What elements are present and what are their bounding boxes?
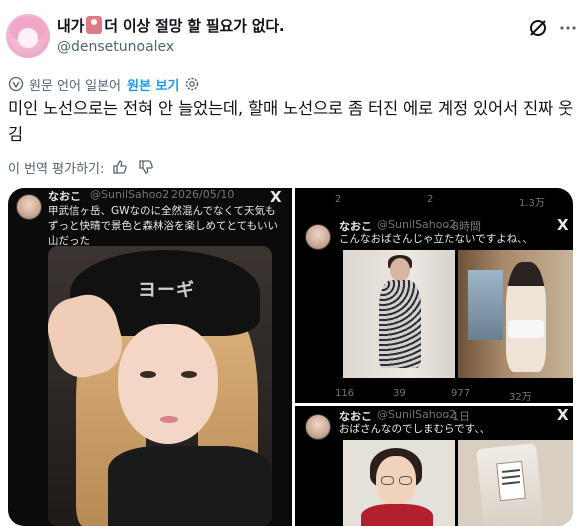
embedded-date: · 2026/05/10 <box>164 188 235 201</box>
media-screenshot-right-top[interactable]: 2 2 1.3万 なおこ @SunilSahoo2 · 8時間 X こんなおばさ… <box>295 188 573 403</box>
thumbs-up-icon[interactable] <box>112 159 128 175</box>
emoji-icon <box>86 16 103 34</box>
selfie-photo: ヨーギ <box>48 246 272 526</box>
embedded-avatar <box>305 224 331 250</box>
embedded-top-stats: 2 2 1.3万 <box>335 194 545 209</box>
gear-icon[interactable] <box>184 76 200 92</box>
embedded-avatar <box>305 414 331 440</box>
avatar-face <box>18 28 38 48</box>
display-name[interactable]: 내가 더 이상 절망 할 필요가 없다. <box>57 15 285 36</box>
embedded-text: おばさんなのでしまむらです、、 <box>339 423 491 435</box>
more-icon[interactable] <box>558 20 578 36</box>
embedded-text: 甲武信ヶ岳、GWなのに全然混んでなくて天気もずっと快晴で景色と森林浴を楽しめてと… <box>48 205 278 247</box>
photo-dress <box>343 250 455 378</box>
media-screenshot-right-bottom[interactable]: なおこ @SunilSahoo2 · 1日 X おばさんなのでしまむらです、、 <box>295 406 573 526</box>
display-name-part2: 더 이상 절망 할 필요가 없다. <box>104 17 285 35</box>
photo-room <box>458 250 573 378</box>
rate-translation-label: 이 번역 평가하기: <box>8 161 105 177</box>
top-reply-count: 2 <box>335 194 342 205</box>
embedded-handle: @SunilSahoo2 <box>90 188 170 201</box>
view-count: 32万 <box>509 392 532 403</box>
top-like-count: 2 <box>427 194 434 205</box>
user-handle[interactable]: @densetunoalex <box>57 39 174 55</box>
photo-portrait <box>343 440 455 526</box>
show-original-link[interactable]: 원본 보기 <box>127 75 179 94</box>
retweet-count: 39 <box>393 388 406 399</box>
top-view-count: 1.3万 <box>519 198 545 209</box>
media-screenshot-left[interactable]: なおこ @SunilSahoo2 · 2026/05/10 X 甲武信ヶ岳、GW… <box>8 188 292 526</box>
tweet-text: 미인 노선으로는 전혀 안 늘었는데, 할매 노선으로 좀 터진 에로 계정 있… <box>8 99 573 144</box>
photo-package <box>458 440 573 526</box>
display-name-part1: 내가 <box>57 17 85 35</box>
translate-label: 원문 언어 일본어 <box>29 78 121 94</box>
embedded-text: こんなおばさんじゃ立たないですよね、、 <box>339 233 533 245</box>
reply-count: 116 <box>335 388 355 399</box>
embedded-avatar <box>16 194 42 220</box>
media-grid[interactable]: なおこ @SunilSahoo2 · 2026/05/10 X 甲武信ヶ岳、GW… <box>8 188 573 526</box>
translation-info: 원문 언어 일본어 원본 보기 <box>8 74 200 94</box>
rate-translation: 이 번역 평가하기: <box>8 157 154 177</box>
embedded-stats: 116 39 977 32万 <box>335 388 532 403</box>
post-header: 내가 더 이상 절망 할 필요가 없다. @densetunoalex <box>0 0 581 70</box>
hat-text: ヨーギ <box>138 280 195 301</box>
thumbs-down-icon[interactable] <box>138 159 154 175</box>
like-count: 977 <box>451 388 471 399</box>
translate-icon <box>8 76 24 92</box>
grok-icon[interactable] <box>528 18 548 38</box>
embedded-name: なおこ <box>48 190 81 203</box>
avatar[interactable] <box>6 14 50 58</box>
